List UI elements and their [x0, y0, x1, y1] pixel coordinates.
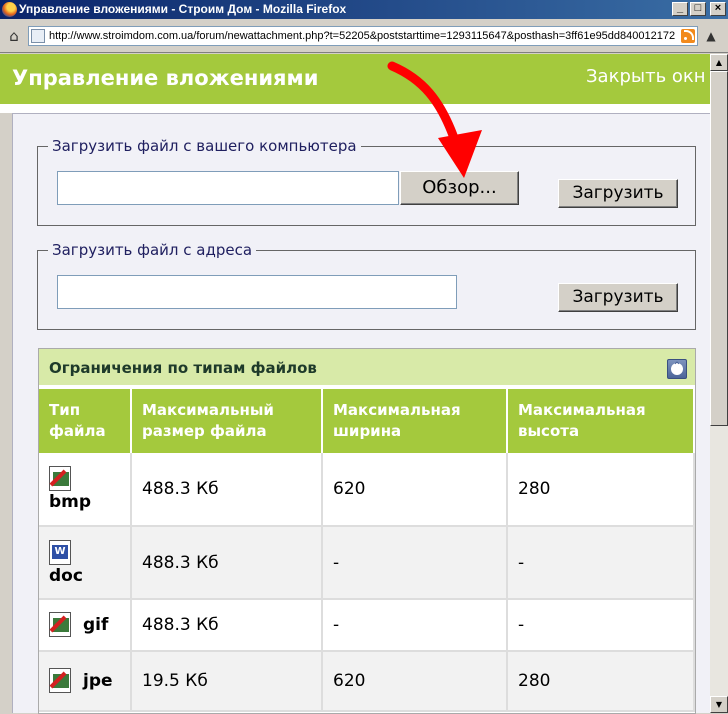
- image-file-icon: [49, 668, 75, 694]
- collapse-icon[interactable]: [667, 359, 687, 379]
- scrollbar-thumb[interactable]: [710, 71, 728, 426]
- file-type-label: bmp: [49, 492, 92, 512]
- max-size-cell: 488.3 Кб: [131, 453, 323, 527]
- firefox-icon: [2, 2, 17, 17]
- upload-url-button[interactable]: Загрузить: [558, 283, 678, 312]
- scroll-up-icon[interactable]: ▲: [710, 54, 728, 71]
- file-url-input[interactable]: [57, 275, 457, 309]
- main-content: Загрузить файл с вашего компьютера Обзор…: [12, 113, 710, 714]
- url-field[interactable]: http://www.stroimdom.com.ua/forum/newatt…: [28, 26, 698, 46]
- minimize-button[interactable]: _: [672, 2, 688, 16]
- rss-feed-icon[interactable]: [681, 29, 695, 43]
- file-type-cell: bmp: [39, 453, 132, 527]
- scroll-down-icon[interactable]: ▼: [710, 696, 728, 713]
- max-width-cell: -: [322, 599, 508, 652]
- upload-url-legend: Загрузить файл с адреса: [48, 241, 257, 259]
- max-size-cell: 488.3 Кб: [131, 599, 323, 652]
- table-row: W doc 488.3 Кб - -: [39, 526, 695, 600]
- page-icon: [31, 29, 45, 43]
- max-height-cell: 280: [507, 453, 695, 527]
- address-bar: ⌂ http://www.stroimdom.com.ua/forum/newa…: [0, 19, 728, 53]
- max-width-cell: -: [322, 526, 508, 600]
- spacer: [0, 104, 710, 113]
- file-type-limits-panel: Ограничения по типам файлов Тип файла Ма…: [38, 348, 696, 714]
- max-width-cell: 620: [322, 651, 508, 712]
- maximize-button[interactable]: □: [690, 2, 706, 16]
- window-titlebar: Управление вложениями - Строим Дом - Moz…: [0, 0, 728, 19]
- close-window-link[interactable]: Закрыть окн: [586, 66, 706, 87]
- file-type-label: gif: [83, 615, 109, 635]
- max-width-cell: 620: [322, 453, 508, 527]
- max-height-cell: 280: [507, 651, 695, 712]
- file-type-label: doc: [49, 565, 83, 586]
- chevron-up-icon[interactable]: ▲: [702, 27, 720, 45]
- upload-url-fieldset: Загрузить файл с адреса Загрузить: [37, 241, 696, 330]
- url-text: http://www.stroimdom.com.ua/forum/newatt…: [49, 30, 676, 42]
- upload-local-legend: Загрузить файл с вашего компьютера: [48, 137, 361, 155]
- word-file-icon: W: [49, 539, 75, 566]
- vertical-scrollbar[interactable]: ▲ ▼: [710, 54, 728, 713]
- upload-local-button[interactable]: Загрузить: [558, 179, 678, 208]
- max-size-cell: 19.5 Кб: [131, 651, 323, 712]
- image-file-icon: [49, 612, 75, 638]
- max-size-cell: 488.3 Кб: [131, 526, 323, 600]
- close-window-button[interactable]: ×: [710, 2, 726, 16]
- page-title: Управление вложениями: [12, 66, 319, 90]
- column-header: Тип файла: [39, 389, 132, 453]
- file-path-input[interactable]: [57, 171, 399, 205]
- column-header: Максимальная ширина: [322, 389, 508, 453]
- limits-title: Ограничения по типам файлов: [49, 359, 317, 377]
- file-type-cell: W doc: [39, 526, 132, 600]
- column-header: Максимальная высота: [507, 389, 695, 453]
- max-height-cell: -: [507, 599, 695, 652]
- limits-panel-header: Ограничения по типам файлов: [39, 349, 695, 387]
- home-icon[interactable]: ⌂: [5, 27, 23, 45]
- table-header-row: Тип файла Максимальный размер файла Макс…: [39, 389, 695, 453]
- page-header: Управление вложениями Закрыть окн: [0, 54, 710, 104]
- window-title: Управление вложениями - Строим Дом - Moz…: [19, 2, 347, 16]
- limits-table: Тип файла Максимальный размер файла Макс…: [39, 389, 695, 712]
- table-row: jpe 19.5 Кб 620 280: [39, 651, 695, 712]
- table-row: bmp 488.3 Кб 620 280: [39, 453, 695, 527]
- browse-button[interactable]: Обзор...: [400, 171, 519, 205]
- table-row: gif 488.3 Кб - -: [39, 599, 695, 652]
- file-type-label: jpe: [83, 671, 113, 691]
- max-height-cell: -: [507, 526, 695, 600]
- window-controls: _ □ ×: [672, 2, 726, 16]
- upload-local-fieldset: Загрузить файл с вашего компьютера Обзор…: [37, 137, 696, 226]
- file-type-cell: gif: [39, 599, 132, 652]
- file-type-cell: jpe: [39, 651, 132, 712]
- image-file-icon: [49, 466, 75, 492]
- column-header: Максимальный размер файла: [131, 389, 323, 453]
